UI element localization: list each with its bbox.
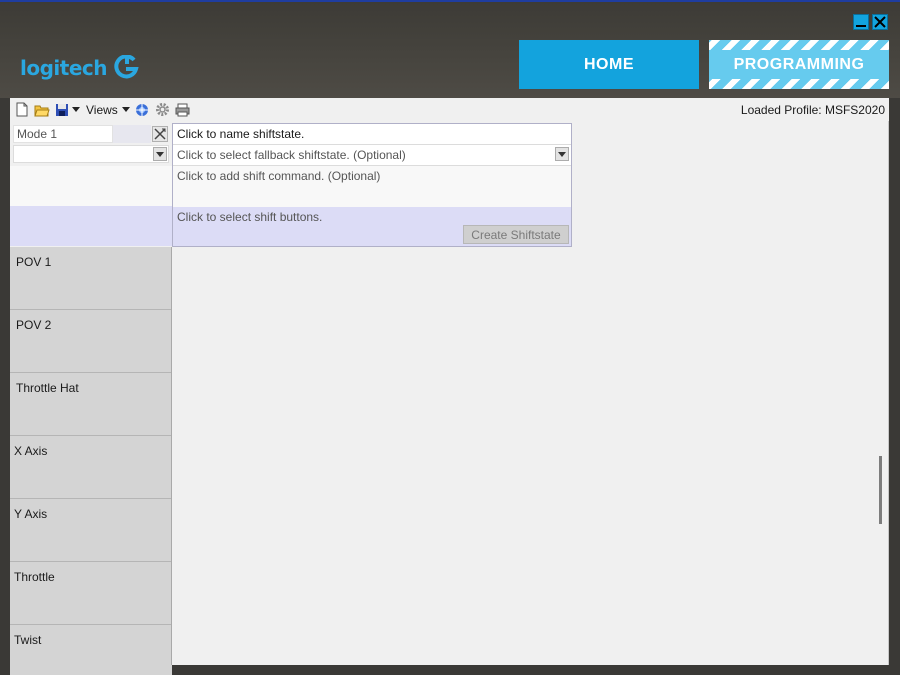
category-throttle-hat[interactable]: Throttle Hat [10, 373, 172, 436]
home-tab[interactable]: HOME [519, 40, 699, 89]
shiftstate-editor: Click to name shiftstate. Click to selec… [172, 123, 572, 247]
views-menu[interactable]: Views [86, 103, 118, 117]
save-icon[interactable] [53, 101, 70, 118]
save-options-caret-icon[interactable] [71, 101, 80, 118]
close-icon [874, 16, 886, 28]
category-y-axis[interactable]: Y Axis [10, 499, 172, 562]
column-divider [171, 247, 172, 665]
minimize-icon [856, 25, 866, 27]
loaded-profile-label: Loaded Profile: MSFS2020 [740, 103, 885, 117]
logo-text: logitech [20, 56, 108, 80]
fallback-shiftstate-label: Click to select fallback shiftstate. (Op… [177, 148, 406, 162]
print-icon[interactable] [174, 101, 191, 118]
category-x-axis[interactable]: X Axis [10, 436, 172, 499]
category-pov-1[interactable]: POV 1 [10, 247, 172, 310]
mode-command-area [10, 166, 172, 206]
programming-tab[interactable]: PROGRAMMING [709, 40, 889, 89]
minimize-button[interactable] [853, 14, 869, 30]
category-pov-2[interactable]: POV 2 [10, 310, 172, 373]
fallback-shiftstate-select[interactable]: Click to select fallback shiftstate. (Op… [173, 145, 571, 166]
mode-buttons-area [10, 206, 172, 246]
category-twist[interactable]: Twist [10, 625, 172, 675]
close-button[interactable] [872, 14, 888, 30]
new-file-icon[interactable] [13, 101, 30, 118]
control-category-list: POV 1 POV 2 Throttle Hat X Axis Y Axis T… [10, 247, 172, 675]
views-caret-icon[interactable] [122, 101, 131, 118]
logitech-logo: logitech [20, 52, 139, 84]
shift-buttons-area[interactable]: Click to select shift buttons. Create Sh… [173, 207, 571, 246]
mode-select-dropdown[interactable] [13, 145, 169, 163]
shift-command-field[interactable]: Click to add shift command. (Optional) [173, 166, 571, 207]
shift-buttons-label: Click to select shift buttons. [177, 210, 323, 224]
tools-icon[interactable] [152, 126, 168, 142]
mode-spacer [113, 125, 151, 143]
chevron-down-icon[interactable] [555, 147, 569, 161]
chevron-down-icon[interactable] [153, 147, 167, 161]
gear-icon[interactable] [154, 101, 171, 118]
globe-icon[interactable] [134, 101, 151, 118]
title-bar: logitech HOME PROGRAMMING [0, 0, 900, 98]
category-throttle[interactable]: Throttle [10, 562, 172, 625]
open-folder-icon[interactable] [33, 101, 50, 118]
vertical-scrollbar[interactable] [879, 456, 882, 524]
shiftstate-sidebar: Mode 1 POV 1 POV 2 Throttle Hat X Axis Y… [10, 123, 172, 675]
content-border [888, 121, 889, 665]
logitech-g-icon [113, 55, 139, 81]
mode-name-field[interactable]: Mode 1 [13, 125, 113, 143]
shiftstate-name-field[interactable]: Click to name shiftstate. [173, 124, 571, 145]
toolbar: Views Loaded Profile: MSFS2020 [10, 98, 889, 121]
create-shiftstate-button[interactable]: Create Shiftstate [463, 225, 569, 244]
programming-panel: Views Loaded Profile: MSFS2020 Mode 1 PO [10, 98, 889, 675]
